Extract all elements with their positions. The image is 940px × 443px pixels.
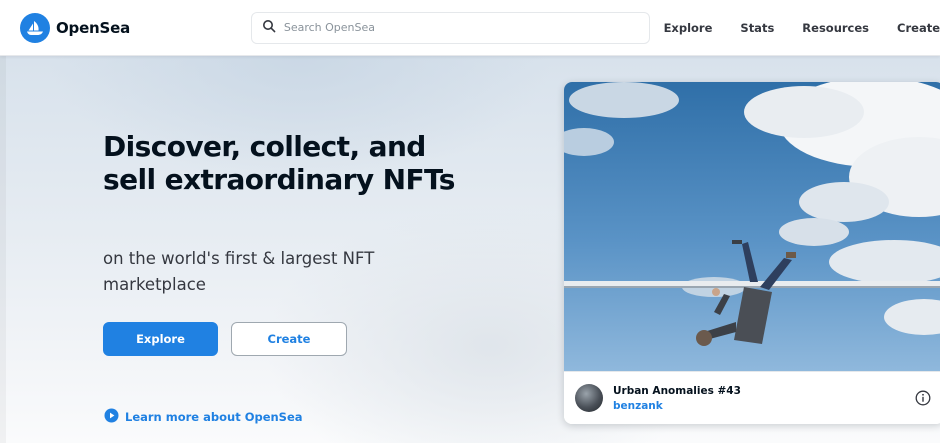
featured-nft-footer: Urban Anomalies #43 benzank	[564, 371, 940, 424]
nav-resources[interactable]: Resources	[802, 21, 869, 35]
creator-avatar[interactable]	[575, 384, 603, 412]
hero-headline: Discover, collect, and sell extraordinar…	[103, 130, 455, 196]
featured-nft-image	[564, 82, 940, 371]
search-icon	[262, 18, 276, 37]
play-circle-icon	[104, 408, 119, 426]
hero-section: Discover, collect, and sell extraordinar…	[0, 56, 940, 443]
hero-subheadline: on the world's first & largest NFT marke…	[103, 249, 375, 294]
nav-stats[interactable]: Stats	[740, 21, 774, 35]
search-input[interactable]	[283, 21, 644, 34]
learn-more-link[interactable]: Learn more about OpenSea	[104, 408, 303, 426]
learn-more-label: Learn more about OpenSea	[125, 410, 303, 424]
nft-creator-link[interactable]: benzank	[613, 400, 663, 412]
search-bar[interactable]	[250, 11, 650, 44]
brand-logo-link[interactable]: OpenSea	[20, 12, 251, 43]
create-button[interactable]: Create	[231, 322, 347, 356]
nav-create[interactable]: Create	[897, 21, 940, 35]
nav-explore[interactable]: Explore	[664, 21, 713, 35]
explore-button[interactable]: Explore	[103, 322, 218, 356]
brand-name: OpenSea	[56, 18, 131, 37]
featured-nft-card[interactable]: Urban Anomalies #43 benzank	[564, 82, 940, 424]
main-nav: Explore Stats Resources Create	[664, 21, 940, 35]
hero-edge-divider	[0, 56, 6, 443]
nft-title[interactable]: Urban Anomalies #43	[613, 385, 741, 397]
opensea-boat-icon	[20, 12, 50, 43]
top-navbar: OpenSea Explore Stats Resources Create	[0, 0, 940, 56]
info-icon[interactable]	[915, 390, 931, 406]
